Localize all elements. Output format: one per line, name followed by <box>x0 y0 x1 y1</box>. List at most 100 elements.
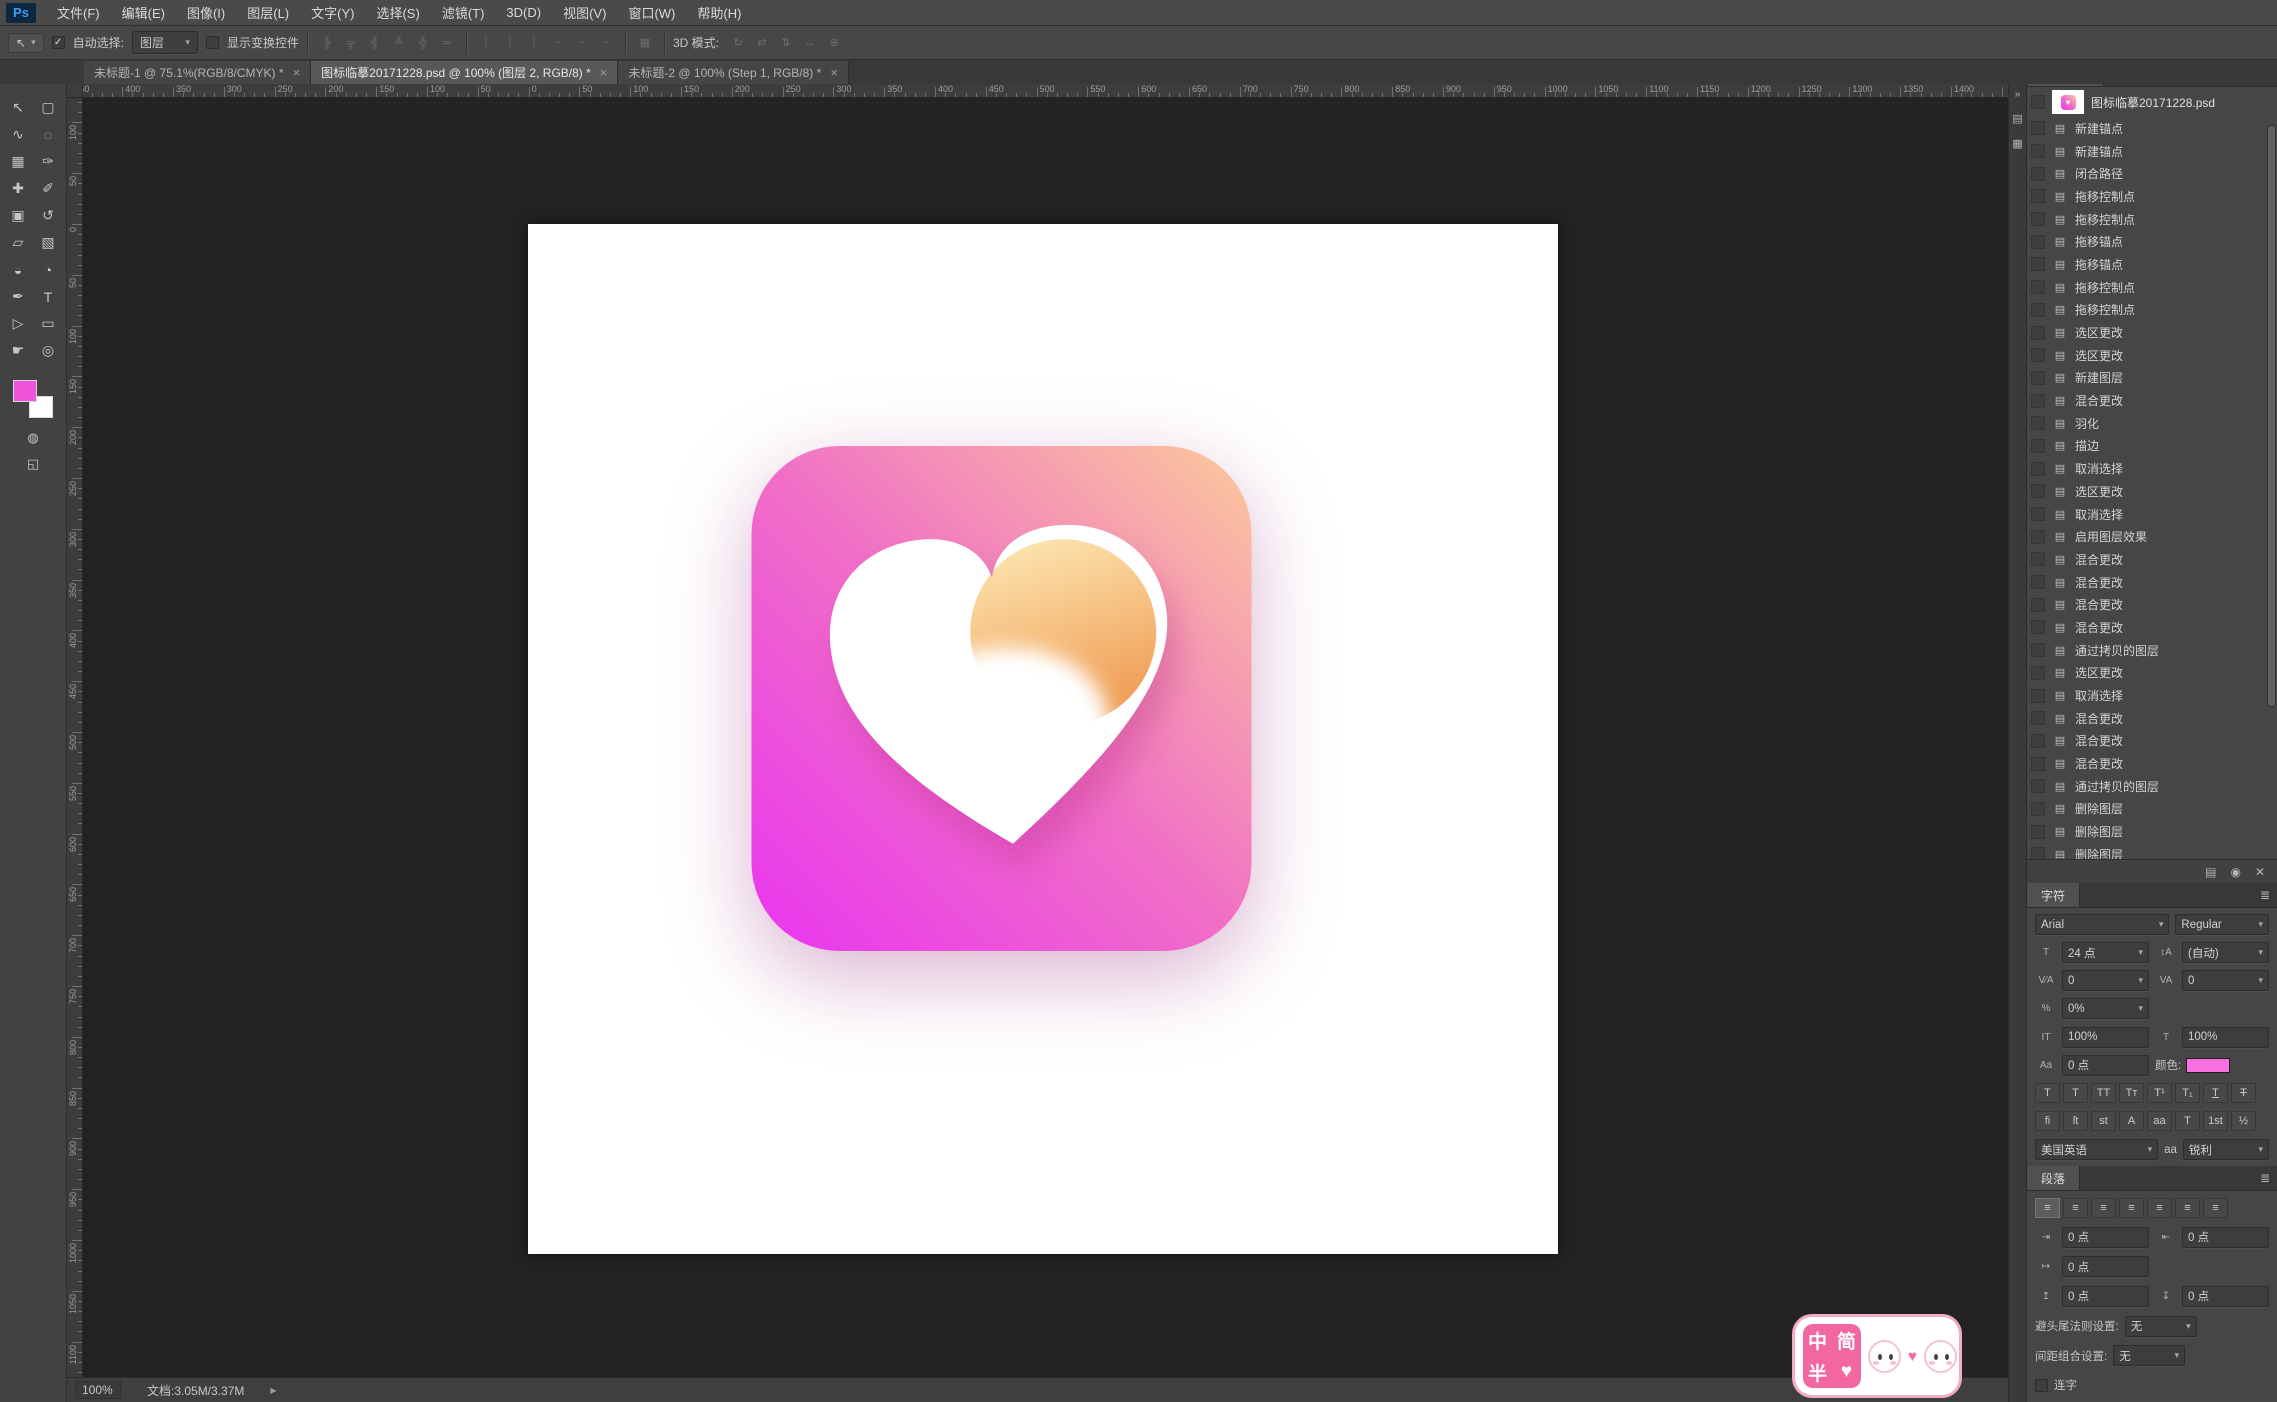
menu-window[interactable]: 窗口(W) <box>617 0 686 25</box>
foreground-color-swatch[interactable] <box>13 380 37 402</box>
menu-type[interactable]: 文字(Y) <box>300 0 365 25</box>
history-brush-source-cell[interactable] <box>2031 643 2045 658</box>
lasso-tool[interactable]: ∿ <box>3 121 33 148</box>
quick-mask-button[interactable]: ◍ <box>27 430 39 446</box>
align-button-3[interactable]: ╩ <box>388 33 410 53</box>
justify-last-left-button[interactable]: ≡ <box>2119 1197 2144 1218</box>
history-row[interactable]: ▤ 取消选择 <box>2027 684 2277 707</box>
history-brush-source-cell[interactable] <box>2031 575 2045 590</box>
align-button-0[interactable]: ╠ <box>316 33 338 53</box>
history-row[interactable]: ▤ 拖移控制点 <box>2027 208 2277 231</box>
history-row[interactable]: ▤ 启用图层效果 <box>2027 525 2277 548</box>
delete-state-button[interactable]: ✕ <box>2255 865 2265 879</box>
menu-view[interactable]: 视图(V) <box>552 0 617 25</box>
indent-left-field[interactable]: 0 点 <box>2062 1226 2149 1248</box>
leading-dropdown[interactable]: (自动) ▾ <box>2182 942 2269 964</box>
opentype-button-1[interactable]: ſt <box>2063 1111 2088 1132</box>
opentype-button-7[interactable]: ½ <box>2231 1111 2256 1132</box>
opentype-button-6[interactable]: 1st <box>2203 1111 2228 1132</box>
history-brush-source-cell[interactable] <box>2031 665 2045 680</box>
history-row[interactable]: ▤ 混合更改 <box>2027 616 2277 639</box>
align-button-5[interactable]: ═ <box>436 33 458 53</box>
vertical-ruler[interactable]: 100 50 0 50 100 150 200 250 300 350 400 450 500 550 60… <box>67 98 83 1377</box>
dock-panel-2[interactable]: ▦ <box>2012 137 2022 150</box>
history-row[interactable]: ▤ 混合更改 <box>2027 730 2277 753</box>
history-row[interactable]: ▤ 混合更改 <box>2027 752 2277 775</box>
history-brush-source-cell[interactable] <box>2031 234 2045 249</box>
move-tool[interactable]: ↖ <box>3 94 33 121</box>
history-brush-source-cell[interactable] <box>2031 325 2045 340</box>
screen-mode-button[interactable]: ◱ <box>27 456 39 472</box>
font-family-dropdown[interactable]: Arial ▾ <box>2035 914 2170 935</box>
space-before-field[interactable]: 0 点 <box>2062 1285 2149 1307</box>
history-row[interactable]: ▤ 描边 <box>2027 435 2277 458</box>
antialias-dropdown[interactable]: 锐利 ▾ <box>2182 1139 2269 1160</box>
hyphenate-checkbox[interactable] <box>2035 1378 2048 1392</box>
text-color-swatch[interactable] <box>2186 1057 2231 1073</box>
distribute-button-1[interactable]: ┆ <box>499 33 521 53</box>
status-options-arrow[interactable]: ▸ <box>270 1383 276 1397</box>
history-brush-source-cell[interactable] <box>2031 348 2045 363</box>
document-tab[interactable]: 图标临摹20171228.psd @ 100% (图层 2, RGB/8) * × <box>311 61 619 84</box>
history-row[interactable]: ▤ 新建锚点 <box>2027 117 2277 140</box>
history-brush-source-cell[interactable] <box>2031 212 2045 227</box>
tab-close-icon[interactable]: × <box>600 65 608 80</box>
history-row[interactable]: ▤ 混合更改 <box>2027 707 2277 730</box>
underline-button[interactable]: T <box>2203 1083 2228 1104</box>
history-brush-source-cell[interactable] <box>2031 95 2045 109</box>
new-snapshot-button[interactable]: ◉ <box>2230 865 2240 879</box>
horizontal-scale-field[interactable]: 100% <box>2182 1026 2269 1048</box>
ruler-corner[interactable] <box>67 84 83 98</box>
opentype-button-3[interactable]: A <box>2119 1111 2144 1132</box>
brush-tool[interactable]: ✐ <box>33 175 63 202</box>
faux-italic-button[interactable]: T <box>2063 1083 2088 1104</box>
history-brush-source-cell[interactable] <box>2031 552 2045 567</box>
document-artboard[interactable] <box>528 224 1558 1254</box>
distribute-button-2[interactable]: ┆ <box>523 33 545 53</box>
history-brush-source-cell[interactable] <box>2031 711 2045 726</box>
justify-last-center-button[interactable]: ≡ <box>2147 1197 2172 1218</box>
path-selection-tool[interactable]: ▷ <box>3 310 33 337</box>
opentype-button-4[interactable]: aa <box>2147 1111 2172 1132</box>
history-brush-source-cell[interactable] <box>2031 438 2045 453</box>
collapse-panels-icon[interactable]: » <box>2015 89 2021 100</box>
space-after-field[interactable]: 0 点 <box>2182 1285 2269 1307</box>
pen-tool[interactable]: ✒ <box>3 283 33 310</box>
vertical-scale-field[interactable]: 100% <box>2062 1026 2149 1048</box>
history-brush-source-cell[interactable] <box>2031 620 2045 635</box>
small-caps-button[interactable]: Tᴛ <box>2119 1083 2144 1104</box>
quick-selection-tool[interactable]: ◌ <box>33 121 63 148</box>
shape-tool[interactable]: ▭ <box>33 310 63 337</box>
marquee-tool[interactable]: ▢ <box>33 94 63 121</box>
align-right-button[interactable]: ≡ <box>2091 1197 2116 1218</box>
current-tool-chip[interactable]: ↖ ▾ <box>8 32 44 53</box>
history-row[interactable]: ▤ 选区更改 <box>2027 662 2277 685</box>
distribute-button-4[interactable]: ┄ <box>571 33 593 53</box>
align-button-1[interactable]: ╦ <box>340 33 362 53</box>
align-button-4[interactable]: ╬ <box>412 33 434 53</box>
history-row[interactable]: ▤ 羽化 <box>2027 412 2277 435</box>
language-dropdown[interactable]: 美国英语 ▾ <box>2035 1139 2159 1160</box>
strikethrough-button[interactable]: T <box>2231 1083 2256 1104</box>
healing-brush-tool[interactable]: ✚ <box>3 175 33 202</box>
indent-first-line-field[interactable]: 0 点 <box>2062 1256 2149 1278</box>
history-row[interactable]: ▤ 选区更改 <box>2027 480 2277 503</box>
gradient-tool[interactable]: ▧ <box>33 229 63 256</box>
menu-edit[interactable]: 编辑(E) <box>111 0 176 25</box>
history-brush-source-cell[interactable] <box>2031 484 2045 499</box>
indent-right-field[interactable]: 0 点 <box>2182 1226 2269 1248</box>
history-row[interactable]: ▤ 取消选择 <box>2027 457 2277 480</box>
opentype-button-0[interactable]: fi <box>2035 1111 2060 1132</box>
tracking-dropdown[interactable]: 0 ▾ <box>2182 970 2269 992</box>
menu-select[interactable]: 选择(S) <box>365 0 430 25</box>
history-brush-source-cell[interactable] <box>2031 779 2045 794</box>
crop-tool[interactable]: ▦ <box>3 148 33 175</box>
history-row[interactable]: ▤ 混合更改 <box>2027 593 2277 616</box>
proportional-spacing-dropdown[interactable]: 0% ▾ <box>2062 998 2149 1020</box>
3d-mode-button-4[interactable]: ⊕ <box>823 33 845 53</box>
subscript-button[interactable]: T₁ <box>2175 1083 2200 1104</box>
history-brush-source-cell[interactable] <box>2031 824 2045 839</box>
tab-close-icon[interactable]: × <box>293 65 301 80</box>
menu-image[interactable]: 图像(I) <box>176 0 236 25</box>
distribute-button-5[interactable]: ┄ <box>595 33 617 53</box>
